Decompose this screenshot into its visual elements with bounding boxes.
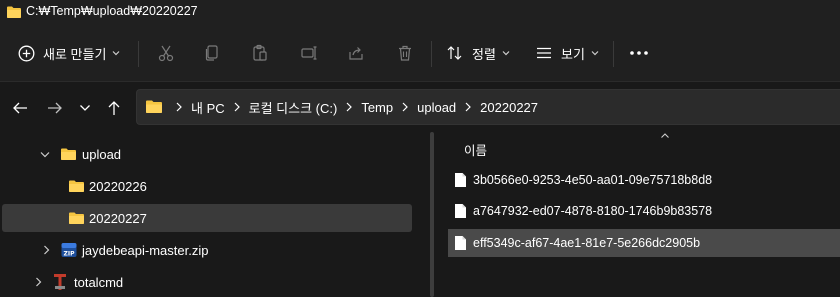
sidebar-item-jaydebeapi-zip[interactable]: ZIP jaydebeapi-master.zip (2, 236, 412, 264)
column-header-name[interactable]: 이름 (464, 140, 487, 159)
chevron-right-icon (456, 102, 480, 112)
breadcrumb-upload[interactable]: upload (417, 100, 456, 115)
chevron-right-icon (225, 102, 249, 112)
navigation-scrollbar[interactable] (430, 132, 434, 297)
chevron-right-icon (167, 102, 191, 112)
file-row[interactable]: 3b0566e0-9253-4e50-aa01-09e75718b8d8 (448, 166, 840, 194)
recent-chevron-icon[interactable] (73, 96, 97, 120)
navigation-pane: upload 20220226 20220227 ZIP jaydebeapi-… (0, 132, 420, 297)
plus-circle-icon (18, 45, 35, 62)
new-button[interactable]: 새로 만들기 (18, 40, 120, 66)
file-name: 3b0566e0-9253-4e50-aa01-09e75718b8d8 (473, 173, 713, 187)
file-icon (454, 235, 467, 251)
up-arrow-icon[interactable] (102, 96, 126, 120)
sort-button-label: 정렬 (472, 46, 496, 62)
back-arrow-icon[interactable] (8, 96, 32, 120)
delete-icon[interactable] (394, 42, 416, 64)
toolbar-separator (431, 41, 432, 67)
sidebar-item-label: totalcmd (74, 274, 124, 290)
breadcrumb-this-pc[interactable]: 내 PC (191, 98, 225, 117)
sidebar-item-totalcmd[interactable]: totalcmd (2, 268, 412, 296)
breadcrumb: 내 PC 로컬 디스크 (C:) Temp upload 20220227 (167, 90, 538, 124)
copy-icon[interactable] (201, 42, 223, 64)
more-dots-icon[interactable] (627, 42, 651, 64)
sidebar-item-upload[interactable]: upload (2, 140, 412, 168)
breadcrumb-local-disk[interactable]: 로컬 디스크 (C:) (249, 98, 338, 117)
sidebar-item-20220227[interactable]: 20220227 (2, 204, 412, 232)
file-list: 이름 3b0566e0-9253-4e50-aa01-09e75718b8d8 … (440, 132, 840, 297)
view-button[interactable]: 보기 (536, 40, 599, 66)
chevron-right-icon[interactable] (31, 275, 45, 289)
address-row: 내 PC 로컬 디스크 (C:) Temp upload 20220227 (0, 82, 840, 132)
svg-text:ZIP: ZIP (64, 251, 76, 258)
totalcmd-icon (52, 273, 68, 291)
folder-icon (145, 99, 163, 114)
sort-button[interactable]: 정렬 (446, 40, 510, 66)
sidebar-item-20220226[interactable]: 20220226 (2, 172, 412, 200)
paste-icon[interactable] (249, 42, 271, 64)
file-row[interactable]: eff5349c-af67-4ae1-81e7-5e266dc2905b (448, 229, 840, 257)
command-bar: 새로 만들기 정렬 보기 (0, 26, 840, 82)
file-name: eff5349c-af67-4ae1-81e7-5e266dc2905b (473, 236, 701, 250)
file-icon (454, 203, 467, 219)
window-title: C:₩Temp₩upload₩20220227 (26, 4, 198, 18)
file-row[interactable]: a7647932-ed07-4878-8180-1746b9b83578 (448, 197, 840, 225)
chevron-down-icon (591, 50, 599, 56)
chevron-down-icon (502, 50, 510, 56)
breadcrumb-temp[interactable]: Temp (361, 100, 393, 115)
sort-ascending-caret-icon (660, 132, 670, 139)
cut-icon[interactable] (155, 42, 177, 64)
sidebar-item-label: 20220227 (89, 210, 147, 226)
folder-icon (6, 5, 22, 19)
title-bar: C:₩Temp₩upload₩20220227 (0, 0, 840, 26)
view-lines-icon (536, 47, 552, 59)
chevron-right-icon (337, 102, 361, 112)
folder-icon (68, 211, 85, 225)
sidebar-item-label: jaydebeapi-master.zip (82, 242, 209, 258)
folder-icon (60, 147, 77, 161)
share-icon[interactable] (345, 42, 367, 64)
rename-icon[interactable] (298, 42, 320, 64)
chevron-down-icon (112, 50, 120, 56)
sidebar-item-label: 20220226 (89, 178, 147, 194)
sidebar-item-label: upload (82, 146, 122, 162)
folder-icon (68, 179, 85, 193)
view-button-label: 보기 (561, 46, 585, 62)
file-name: a7647932-ed07-4878-8180-1746b9b83578 (473, 204, 713, 218)
sort-arrows-icon (446, 45, 464, 61)
address-bar[interactable]: 내 PC 로컬 디스크 (C:) Temp upload 20220227 (136, 89, 840, 125)
chevron-right-icon[interactable] (39, 243, 53, 257)
zip-icon: ZIP (60, 241, 78, 259)
breadcrumb-20220227[interactable]: 20220227 (480, 100, 538, 115)
forward-arrow-icon[interactable] (43, 96, 67, 120)
chevron-right-icon (393, 102, 417, 112)
toolbar-separator (613, 41, 614, 67)
file-icon (454, 172, 467, 188)
chevron-down-icon[interactable] (38, 147, 52, 161)
new-button-label: 새로 만들기 (43, 46, 107, 62)
toolbar-separator (138, 41, 139, 67)
